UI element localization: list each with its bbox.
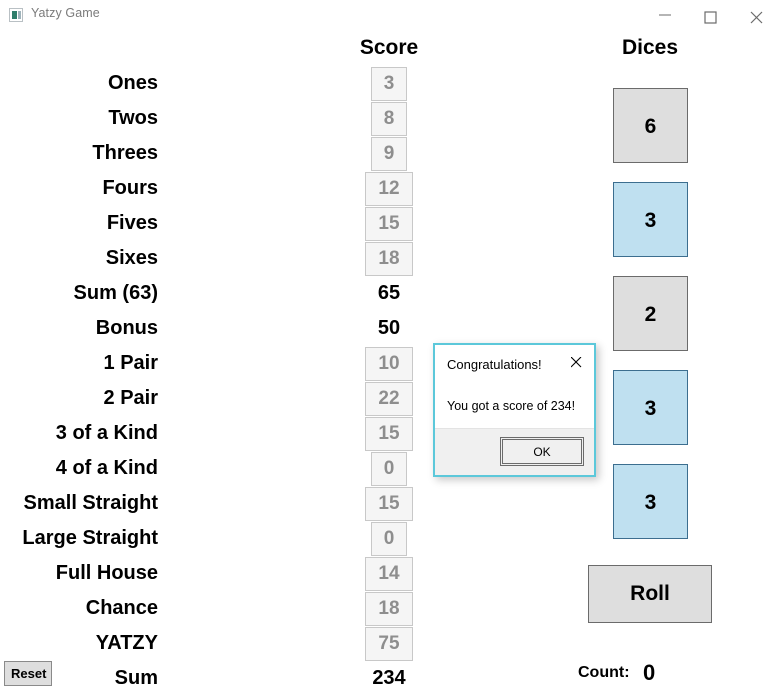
- score-row: 22: [330, 381, 448, 416]
- category-label: Large Straight: [22, 527, 158, 549]
- roll-count-label: Count:: [578, 664, 630, 681]
- score-cell-button[interactable]: 75: [365, 626, 413, 661]
- score-row: 75: [330, 626, 448, 661]
- score-cell-button[interactable]: 9: [371, 136, 407, 171]
- score-row: 9: [330, 136, 448, 171]
- minimize-icon: [659, 14, 671, 16]
- score-cell-button[interactable]: 0: [371, 521, 407, 556]
- score-row: 18: [330, 591, 448, 626]
- score-row: 50: [330, 311, 448, 346]
- score-cell-button[interactable]: 18: [365, 591, 413, 626]
- category-label: Sum (63): [73, 282, 158, 304]
- category-label: Chance: [85, 597, 158, 619]
- category-label: Fours: [102, 177, 158, 199]
- score-row: 15: [330, 206, 448, 241]
- category-label: Full House: [55, 562, 158, 584]
- score-row: 65: [330, 276, 448, 311]
- maximize-button[interactable]: [688, 0, 734, 30]
- score-row: 3: [330, 66, 448, 101]
- category-label: 1 Pair: [103, 352, 158, 374]
- app-icon: [9, 8, 23, 22]
- die-4[interactable]: 3: [613, 370, 688, 445]
- category-label: 4 of a Kind: [55, 457, 158, 479]
- category-label: YATZY: [95, 632, 158, 654]
- reset-button[interactable]: Reset: [4, 661, 52, 686]
- score-row: 12: [330, 171, 448, 206]
- category-label: Twos: [108, 107, 158, 129]
- dices-column-header: Dices: [621, 36, 679, 59]
- category-label: Ones: [107, 72, 158, 94]
- category-label: Bonus: [95, 317, 158, 339]
- congratulations-dialog: Congratulations! You got a score of 234!…: [433, 343, 596, 477]
- score-row: 0: [330, 521, 448, 556]
- score-total-value: 50: [377, 317, 401, 339]
- category-label: Sixes: [105, 247, 158, 269]
- category-label-column: Ones Twos Threes Fours Fives Sixes Sum (63) Bon…: [0, 66, 158, 696]
- score-cell-button[interactable]: 8: [371, 101, 407, 136]
- score-cell-button[interactable]: 15: [365, 416, 413, 451]
- close-icon: [571, 357, 582, 368]
- score-cell-button[interactable]: 18: [365, 241, 413, 276]
- dialog-message: You got a score of 234!: [447, 399, 576, 413]
- score-total-value: 65: [377, 282, 401, 304]
- dialog-close-button[interactable]: [566, 352, 588, 372]
- score-row: 15: [330, 486, 448, 521]
- dialog-title: Congratulations!: [447, 357, 542, 372]
- category-label: 2 Pair: [103, 387, 158, 409]
- die-5[interactable]: 3: [613, 464, 688, 539]
- close-button[interactable]: [734, 0, 780, 30]
- category-label: Small Straight: [23, 492, 158, 514]
- score-cell-button[interactable]: 12: [365, 171, 413, 206]
- window-titlebar: Yatzy Game: [0, 0, 780, 31]
- score-row: 8: [330, 101, 448, 136]
- dialog-ok-button[interactable]: OK: [500, 437, 584, 466]
- score-column-header: Score: [359, 36, 419, 59]
- score-cell-button[interactable]: 15: [365, 206, 413, 241]
- score-cell-button[interactable]: 14: [365, 556, 413, 591]
- score-row: 14: [330, 556, 448, 591]
- roll-button[interactable]: Roll: [588, 565, 712, 623]
- score-row: 15: [330, 416, 448, 451]
- score-row: 18: [330, 241, 448, 276]
- category-label: Threes: [92, 142, 158, 164]
- window-title: Yatzy Game: [31, 6, 100, 20]
- minimize-button[interactable]: [642, 0, 688, 30]
- score-cell-button[interactable]: 10: [365, 346, 413, 381]
- score-row: 10: [330, 346, 448, 381]
- maximize-icon: [704, 11, 717, 24]
- score-column: 3 8 9 12 15 18 65 50 10 22 15 0 15 0 14 18 75 234: [330, 66, 448, 696]
- score-cell-button[interactable]: 15: [365, 486, 413, 521]
- score-row: 0: [330, 451, 448, 486]
- die-3[interactable]: 2: [613, 276, 688, 351]
- close-icon: [750, 11, 763, 24]
- category-label: Fives: [106, 212, 158, 234]
- dialog-footer: OK: [435, 428, 594, 475]
- score-cell-button[interactable]: 0: [371, 451, 407, 486]
- die-1[interactable]: 6: [613, 88, 688, 163]
- roll-count-value: 0: [643, 660, 656, 685]
- score-cell-button[interactable]: 3: [371, 66, 407, 101]
- category-label: 3 of a Kind: [55, 422, 158, 444]
- score-cell-button[interactable]: 22: [365, 381, 413, 416]
- die-2[interactable]: 3: [613, 182, 688, 257]
